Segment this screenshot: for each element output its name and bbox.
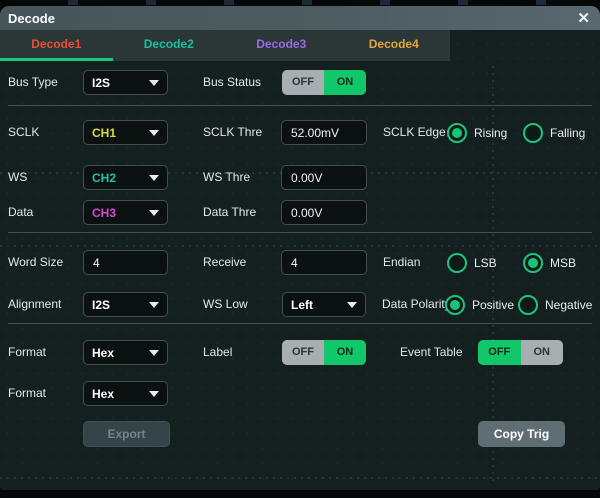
word-size-value: 4	[93, 256, 100, 270]
label-off[interactable]: OFF	[282, 340, 324, 365]
label-toggle-label: Label	[203, 340, 232, 365]
tab-decode1[interactable]: Decode1	[0, 30, 113, 61]
event-table-label: Event Table	[400, 340, 463, 365]
radio-label: Falling	[550, 126, 585, 140]
chevron-down-icon	[347, 302, 357, 308]
ws-thre-input[interactable]: 0.00V	[281, 165, 367, 190]
copy-trig-button[interactable]: Copy Trig	[478, 421, 565, 447]
bus-type-value: I2S	[92, 76, 110, 90]
scope-background-ticks	[0, 0, 600, 5]
radio-label: Negative	[545, 298, 592, 312]
format2-value: Hex	[92, 387, 114, 401]
radio-label: MSB	[550, 256, 576, 270]
chevron-down-icon	[149, 350, 159, 356]
tab-decode3[interactable]: Decode3	[225, 30, 338, 61]
chevron-down-icon	[149, 391, 159, 397]
receive-label: Receive	[203, 250, 246, 275]
endian-lsb-radio[interactable]: LSB	[447, 250, 497, 275]
label-toggle[interactable]: OFF ON	[282, 340, 366, 365]
tab-decode4[interactable]: Decode4	[338, 30, 451, 61]
data-thre-value: 0.00V	[291, 206, 322, 220]
ws-value: CH2	[92, 171, 116, 185]
data-polarity-label: Data Polarity	[382, 292, 451, 317]
receive-input[interactable]: 4	[281, 250, 367, 275]
ws-label: WS	[8, 165, 27, 190]
ws-thre-label: WS Thre	[203, 165, 250, 190]
radio-icon	[518, 295, 538, 315]
data-polarity-negative-radio[interactable]: Negative	[518, 292, 592, 317]
decode-tab-bar: Decode1 Decode2 Decode3 Decode4	[0, 30, 450, 61]
format2-label: Format	[8, 381, 46, 406]
sclk-value: CH1	[92, 126, 116, 140]
format-value: Hex	[92, 346, 114, 360]
endian-label: Endian	[383, 250, 420, 275]
graticule-dots-h2	[0, 245, 600, 247]
data-polarity-positive-radio[interactable]: Positive	[445, 292, 514, 317]
ws-low-label: WS Low	[203, 292, 248, 317]
radio-icon	[523, 123, 543, 143]
sclk-edge-label: SCLK Edge	[383, 120, 446, 145]
sclk-thre-label: SCLK Thre	[203, 120, 262, 145]
data-dropdown[interactable]: CH3	[83, 200, 168, 225]
receive-value: 4	[291, 256, 298, 270]
bus-type-dropdown[interactable]: I2S	[83, 70, 168, 95]
bus-status-off[interactable]: OFF	[282, 70, 324, 95]
radio-icon	[447, 253, 467, 273]
sclk-edge-falling-radio[interactable]: Falling	[523, 120, 585, 145]
bus-status-label: Bus Status	[203, 70, 261, 95]
export-button[interactable]: Export	[83, 421, 170, 447]
label-on[interactable]: ON	[324, 340, 366, 365]
data-thre-input[interactable]: 0.00V	[281, 200, 367, 225]
radio-icon	[447, 123, 467, 143]
dialog-titlebar: Decode ✕	[0, 6, 600, 30]
event-table-on[interactable]: ON	[521, 340, 564, 365]
event-table-off[interactable]: OFF	[478, 340, 521, 365]
event-table-toggle[interactable]: OFF ON	[478, 340, 563, 365]
alignment-label: Alignment	[8, 292, 61, 317]
radio-label: Positive	[472, 298, 514, 312]
divider	[8, 232, 592, 233]
ws-thre-value: 0.00V	[291, 171, 322, 185]
format-label: Format	[8, 340, 46, 365]
data-thre-label: Data Thre	[203, 200, 256, 225]
close-icon[interactable]: ✕	[577, 11, 590, 26]
bus-status-toggle[interactable]: OFF ON	[282, 70, 366, 95]
format2-dropdown[interactable]: Hex	[83, 381, 168, 406]
ws-dropdown[interactable]: CH2	[83, 165, 168, 190]
bus-status-on[interactable]: ON	[324, 70, 366, 95]
data-value: CH3	[92, 206, 116, 220]
chevron-down-icon	[149, 210, 159, 216]
sclk-thre-input[interactable]: 52.00mV	[281, 120, 367, 145]
sclk-label: SCLK	[8, 120, 39, 145]
chevron-down-icon	[149, 80, 159, 86]
tab-decode2[interactable]: Decode2	[113, 30, 226, 61]
format-dropdown[interactable]: Hex	[83, 340, 168, 365]
dialog-title: Decode	[8, 11, 55, 26]
endian-msb-radio[interactable]: MSB	[523, 250, 576, 275]
radio-label: LSB	[474, 256, 497, 270]
bus-type-label: Bus Type	[8, 70, 58, 95]
word-size-input[interactable]: 4	[83, 250, 168, 275]
decode-dialog: Decode ✕ Decode1 Decode2 Decode3 Decode4…	[0, 6, 600, 490]
alignment-value: I2S	[92, 298, 110, 312]
divider	[8, 323, 592, 324]
word-size-label: Word Size	[8, 250, 63, 275]
graticule-dots-h3	[0, 477, 600, 479]
sclk-edge-rising-radio[interactable]: Rising	[447, 120, 507, 145]
sclk-dropdown[interactable]: CH1	[83, 120, 168, 145]
ws-low-value: Left	[291, 298, 313, 312]
ws-low-dropdown[interactable]: Left	[282, 292, 366, 317]
chevron-down-icon	[149, 175, 159, 181]
chevron-down-icon	[149, 130, 159, 136]
radio-icon	[445, 295, 465, 315]
alignment-dropdown[interactable]: I2S	[83, 292, 168, 317]
divider	[8, 105, 592, 106]
radio-label: Rising	[474, 126, 507, 140]
radio-icon	[523, 253, 543, 273]
chevron-down-icon	[149, 302, 159, 308]
sclk-thre-value: 52.00mV	[291, 126, 339, 140]
data-label: Data	[8, 200, 33, 225]
